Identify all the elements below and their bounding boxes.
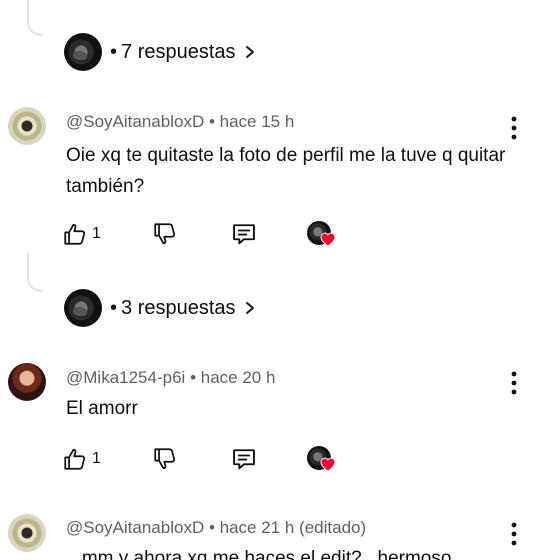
like-count: 1 xyxy=(92,225,101,242)
comment-author[interactable]: @SoyAitanabloxD xyxy=(66,518,204,537)
comment-time: hace 21 h (editado) xyxy=(219,518,367,537)
avatar[interactable] xyxy=(8,363,46,401)
separator-dot: • xyxy=(190,368,197,387)
reply-icon xyxy=(233,224,255,245)
comment-meta: @SoyAitanabloxD • hace 15 h xyxy=(66,112,294,132)
comment-author[interactable]: @Mika1254-p6i xyxy=(66,368,185,387)
comment-meta: @SoyAitanabloxD • hace 21 h (editado) xyxy=(66,518,366,538)
comment-text: El amorr xyxy=(66,398,138,419)
dislike-button[interactable] xyxy=(152,219,178,249)
separator-dot: • xyxy=(110,296,118,319)
comment-author[interactable]: @SoyAitanabloxD xyxy=(66,112,204,131)
separator-dot: • xyxy=(208,518,215,537)
reply-author-avatar xyxy=(64,33,102,71)
reply-button[interactable] xyxy=(230,219,258,249)
thread-connector xyxy=(27,0,43,36)
comment-actions: 1 xyxy=(62,219,362,249)
replies-count-label: 3 respuestas xyxy=(121,296,236,319)
chevron-right-icon xyxy=(245,302,254,314)
like-icon xyxy=(64,448,86,470)
creator-heart-icon xyxy=(307,446,336,474)
avatar[interactable] xyxy=(8,514,46,552)
chevron-right-icon xyxy=(245,46,254,58)
view-replies-button[interactable]: • 3 respuestas xyxy=(64,288,256,328)
like-icon xyxy=(64,223,86,245)
comments-page: • 7 respuestas @SoyAitanabloxD • hace 15… xyxy=(0,0,560,560)
dislike-icon xyxy=(154,448,176,470)
dislike-icon xyxy=(154,223,176,245)
like-button[interactable]: 1 xyxy=(62,219,101,249)
reply-icon xyxy=(233,449,255,470)
like-button[interactable]: 1 xyxy=(62,444,101,474)
like-count: 1 xyxy=(92,450,101,467)
comment-actions: 1 xyxy=(62,444,362,474)
comment-time: hace 20 h xyxy=(200,368,276,387)
comment-text: ...mm y ahora xq me haces el edit? , her… xyxy=(66,548,452,560)
separator-dot: • xyxy=(208,112,215,131)
avatar[interactable] xyxy=(8,107,46,145)
reply-author-avatar xyxy=(64,289,102,327)
more-vert-icon[interactable] xyxy=(505,115,523,141)
replies-count-label: 7 respuestas xyxy=(121,40,236,63)
comment-text: Oie xq te quitaste la foto de perfil me … xyxy=(66,145,506,197)
comment-time: hace 15 h xyxy=(219,112,295,131)
comment-meta: @Mika1254-p6i • hace 20 h xyxy=(66,368,275,388)
dislike-button[interactable] xyxy=(152,444,178,474)
thread-connector xyxy=(27,252,43,292)
view-replies-button[interactable]: • 7 respuestas xyxy=(64,32,256,72)
creator-heart-icon xyxy=(307,221,336,249)
separator-dot: • xyxy=(110,40,118,63)
reply-button[interactable] xyxy=(230,444,258,474)
